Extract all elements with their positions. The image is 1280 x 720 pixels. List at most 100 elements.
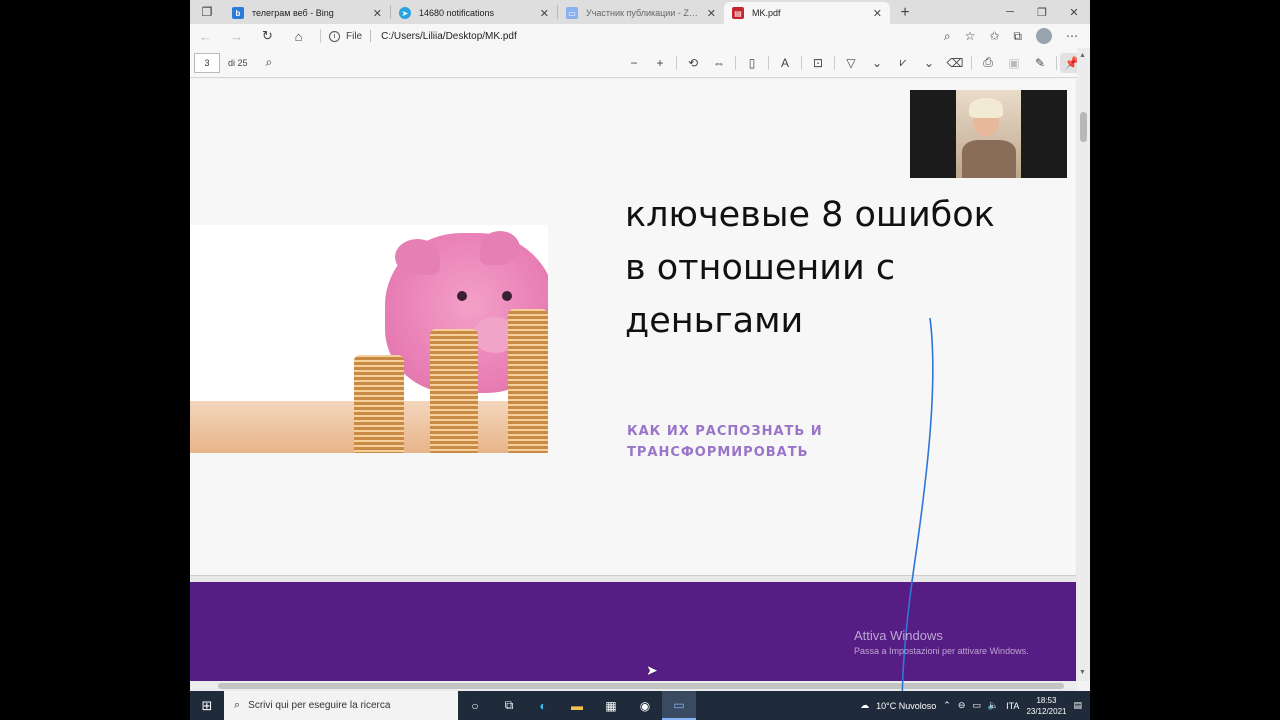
erase-icon[interactable]: ⌫ [942, 56, 968, 70]
zoom-in-icon[interactable]: + [647, 56, 673, 70]
slide-title: ключевые 8 ошибок в отношении с деньгами [625, 189, 1045, 348]
cortana-icon[interactable]: ○ [458, 691, 492, 720]
watermark-title: Attiva Windows [854, 628, 943, 643]
info-icon[interactable]: i [329, 30, 340, 42]
scroll-up-icon[interactable]: ▲ [1079, 52, 1086, 59]
task-view-icon[interactable]: ⧉ [492, 691, 526, 720]
forward-icon[interactable]: → [221, 29, 252, 44]
windows-taskbar: ⊞ ⌕ Scrivi qui per eseguire la ricerca ○… [190, 691, 1090, 720]
pdf-icon: ▤ [732, 7, 744, 19]
pig-ear [395, 239, 440, 275]
minimize-icon[interactable]: ─ [994, 0, 1026, 24]
webcam-overlay[interactable] [910, 90, 1067, 178]
tab-mk-pdf[interactable]: ▤ MK.pdf ✕ [724, 2, 890, 24]
page-count: di 25 [228, 57, 248, 68]
save-as-icon[interactable]: ✎ [1027, 56, 1053, 70]
back-icon[interactable]: ← [190, 29, 221, 44]
add-favorite-icon[interactable]: ☆ [965, 29, 976, 43]
draw-options-chevron-icon[interactable]: ⌄ [864, 56, 890, 70]
taskbar-apps: ○ ⧉ ◐ ▬ ▦ ◉ ▭ [458, 691, 696, 720]
more-menu-icon[interactable]: ⋯ [1066, 29, 1078, 43]
subtitle-line: ТРАНСФОРМИРОВАТЬ [627, 445, 809, 460]
search-placeholder: Scrivi qui per eseguire la ricerca [248, 700, 391, 711]
activate-windows-watermark: Attiva Windows Passa a Impostazioni per … [854, 628, 1029, 656]
weather-text[interactable]: 10°C Nuvoloso [876, 701, 936, 711]
read-aloud-icon[interactable]: A [772, 56, 798, 70]
tool-separator [1056, 55, 1057, 70]
title-line: ключевые 8 ошибок [625, 195, 995, 235]
search-icon: ⌕ [234, 699, 241, 711]
save-icon[interactable]: ▣ [1001, 56, 1027, 70]
address-bar-actions: ⌕ ☆ ✩ ⧉ ⋯ [944, 28, 1090, 44]
add-text-icon[interactable]: ⊡ [805, 56, 831, 70]
store-icon[interactable]: ▦ [594, 691, 628, 720]
clock-date: 23/12/2021 [1026, 706, 1067, 716]
tab-zoom[interactable]: ▭ Участник публикации - Zoom ✕ [558, 2, 724, 24]
page-number-input[interactable]: 3 [194, 52, 220, 73]
refresh-icon[interactable]: ↻ [252, 28, 283, 44]
vertical-scroll-thumb[interactable] [1080, 112, 1087, 142]
start-button[interactable]: ⊞ [190, 691, 224, 720]
close-tab-icon[interactable]: ✕ [873, 7, 882, 20]
vertical-scrollbar[interactable]: ▲ ▼ [1077, 48, 1090, 681]
pdf-tools: − + ⟲ ⇔ ▯ A ⊡ ▽ ⌄ ⩗ ⌄ ⌫ ⎙ ▣ ✎ 📌 [621, 52, 1090, 73]
notifications-icon[interactable]: ▤ [1073, 700, 1082, 711]
draw-icon[interactable]: ▽ [838, 56, 864, 70]
close-tab-icon[interactable]: ✕ [373, 7, 382, 20]
tool-separator [735, 55, 736, 70]
pdf-viewer[interactable]: ключевые 8 ошибок в отношении с деньгами… [190, 79, 1077, 681]
edge-icon[interactable]: ◐ [526, 691, 560, 720]
coin-stack [354, 355, 404, 453]
zoom-magnifier-icon[interactable]: ⌕ [944, 29, 951, 44]
pig-eye [457, 291, 467, 301]
presenter-body [962, 140, 1016, 178]
tab-bing[interactable]: b телеграм веб - Bing ✕ [224, 2, 390, 24]
chrome-icon[interactable]: ◉ [628, 691, 662, 720]
scheme-label: File [346, 30, 363, 42]
scroll-down-icon[interactable]: ▼ [1079, 669, 1086, 676]
fit-page-icon[interactable]: ⇔ [706, 56, 732, 70]
scheme-separator [370, 30, 372, 42]
presenter-hair [969, 98, 1003, 118]
subtitle-line: КАК ИХ РАСПОЗНАТЬ И [627, 424, 823, 439]
display-icon[interactable]: ▭ [972, 700, 981, 711]
search-icon[interactable]: ⌕ [266, 55, 273, 70]
telegram-icon: ➤ [399, 7, 411, 19]
address-separator [320, 29, 321, 43]
weather-icon[interactable]: ☁ [860, 700, 869, 711]
rotate-icon[interactable]: ⟲ [680, 56, 706, 70]
pig-ear [480, 231, 520, 265]
profile-avatar[interactable] [1036, 28, 1052, 44]
close-window-icon[interactable]: ✕ [1058, 0, 1090, 24]
zoom-app-icon[interactable]: ▭ [662, 691, 696, 720]
title-line: в отношении с [625, 248, 896, 288]
highlight-icon[interactable]: ⩗ [890, 55, 916, 70]
horizontal-scrollbar[interactable] [190, 681, 1077, 691]
clock[interactable]: 18:53 23/12/2021 [1026, 695, 1066, 717]
new-tab-button[interactable]: + [890, 2, 920, 24]
close-tab-icon[interactable]: ✕ [540, 7, 549, 20]
window-controls: ─ ❐ ✕ [994, 0, 1090, 24]
tab-label: Участник публикации - Zoom [586, 8, 703, 18]
file-explorer-icon[interactable]: ▬ [560, 691, 594, 720]
network-icon[interactable]: ⊖ [958, 700, 966, 711]
horizontal-scroll-thumb[interactable] [218, 683, 1064, 689]
home-icon[interactable]: ⌂ [283, 29, 314, 44]
zoom-out-icon[interactable]: − [621, 56, 647, 70]
close-tab-icon[interactable]: ✕ [707, 7, 716, 20]
volume-icon[interactable]: 🔈 [988, 700, 999, 711]
taskbar-search[interactable]: ⌕ Scrivi qui per eseguire la ricerca [224, 691, 458, 720]
page-view-icon[interactable]: ▯ [739, 56, 765, 70]
tab-telegram[interactable]: ➤ 14680 notifications ✕ [391, 2, 557, 24]
restore-icon[interactable]: ❐ [1026, 0, 1058, 24]
language-indicator[interactable]: ITA [1006, 701, 1019, 711]
address-bar: ← → ↻ ⌂ i File C:/Users/Liliia/Desktop/M… [190, 24, 1090, 48]
highlight-options-chevron-icon[interactable]: ⌄ [916, 56, 942, 70]
url-field[interactable]: C:/Users/Liliia/Desktop/MK.pdf [381, 31, 517, 42]
watermark-subtitle: Passa a Impostazioni per attivare Window… [854, 646, 1029, 656]
favorites-icon[interactable]: ✩ [989, 29, 999, 43]
collections-icon[interactable]: ⧉ [1013, 29, 1022, 44]
tab-actions-icon[interactable]: ❐ [190, 0, 224, 24]
print-icon[interactable]: ⎙ [975, 55, 1001, 70]
tray-expand-icon[interactable]: ⌃ [943, 700, 951, 711]
